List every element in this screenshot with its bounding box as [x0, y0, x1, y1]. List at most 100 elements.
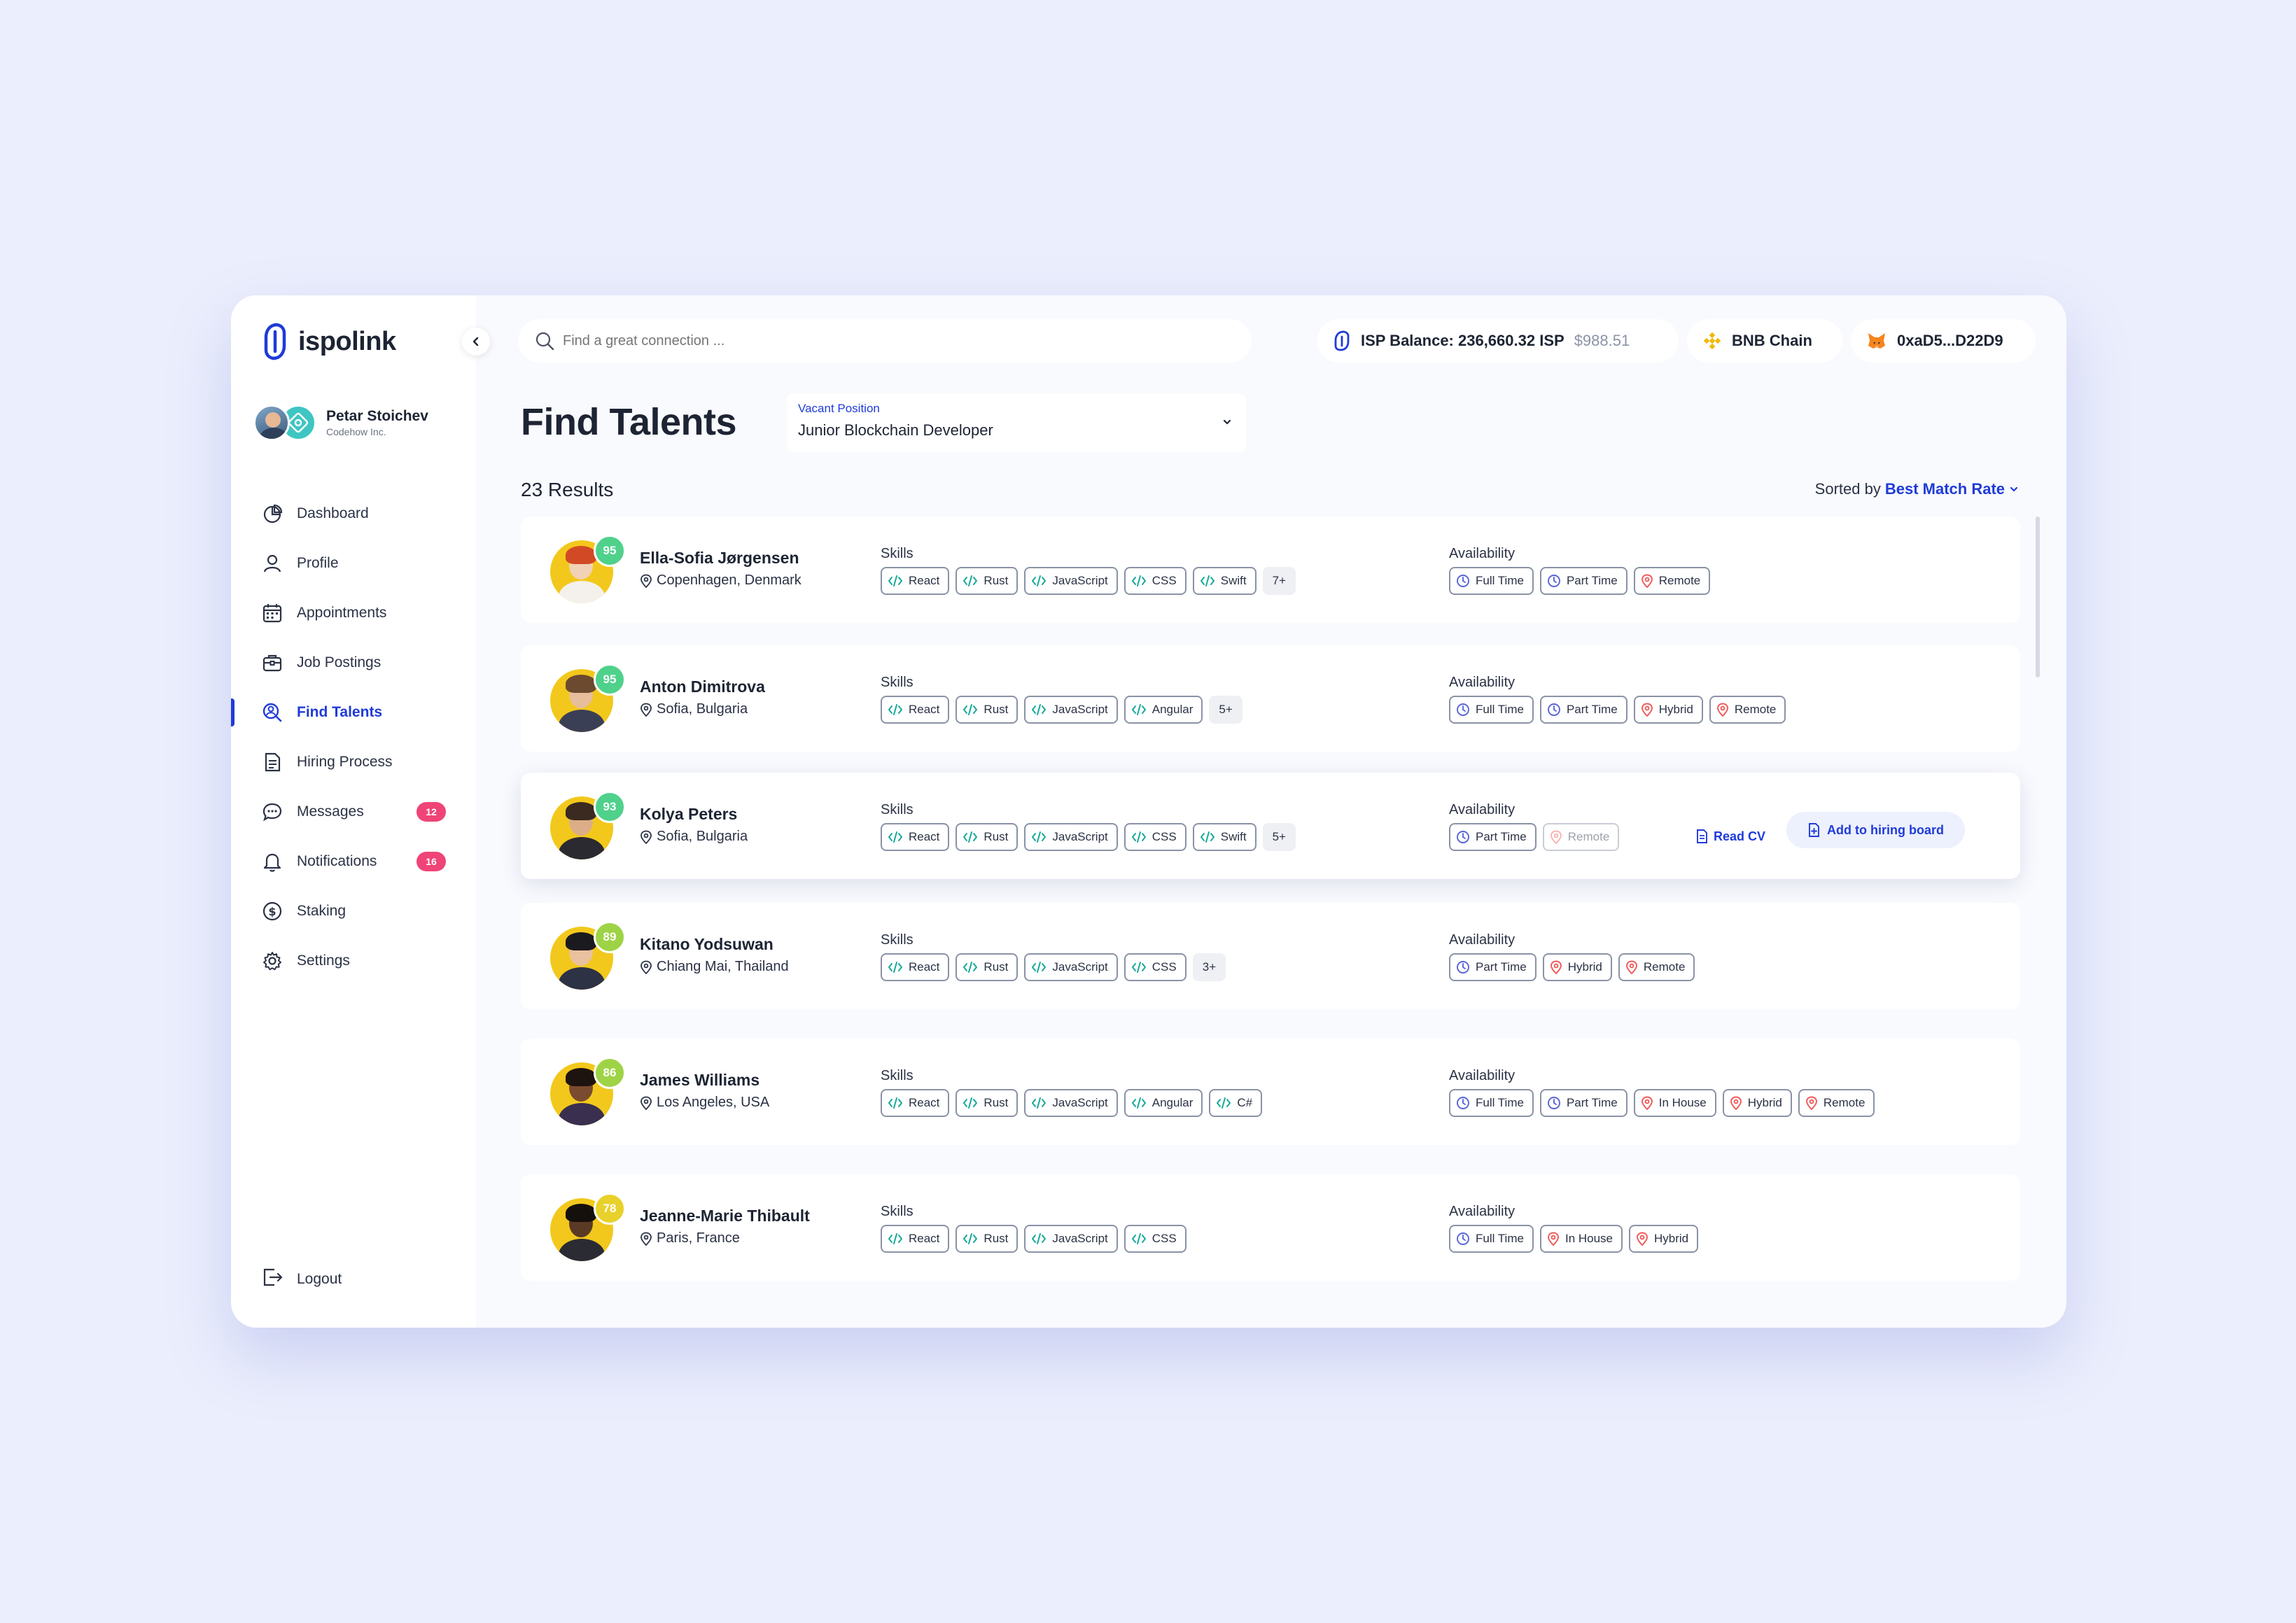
skill-tag[interactable]: JavaScript — [1024, 567, 1118, 595]
skill-tag[interactable]: JavaScript — [1024, 953, 1118, 981]
talent-name[interactable]: Anton Dimitrova — [640, 677, 765, 696]
chevron-left-icon — [472, 337, 479, 346]
availability-tag[interactable]: Full Time — [1449, 567, 1534, 595]
availability-tag[interactable]: Full Time — [1449, 1089, 1534, 1117]
clock-icon — [1547, 1096, 1561, 1110]
availability-tag[interactable]: Hybrid — [1629, 1225, 1699, 1253]
network-selector[interactable]: BNB Chain — [1687, 319, 1842, 363]
skill-tag[interactable]: React — [881, 953, 950, 981]
code-icon — [888, 831, 903, 843]
sidebar-item-notifications[interactable]: Notifications 16 — [231, 836, 476, 886]
sidebar-item-dashboard[interactable]: Dashboard — [231, 489, 476, 538]
availability-tag[interactable]: Remote — [1633, 567, 1711, 595]
isp-balance-pill[interactable]: ISP Balance: 236,660.32 ISP $988.51 — [1317, 319, 1679, 363]
skill-tag[interactable]: C# — [1209, 1089, 1263, 1117]
user-profile-chip[interactable]: Petar Stoichev Codehow Inc. — [253, 405, 428, 441]
availability-tags: Full Time Part Time Hybrid Remote — [1449, 696, 1786, 724]
skill-tag[interactable]: Rust — [955, 953, 1018, 981]
talent-name[interactable]: Ella-Sofia Jørgensen — [640, 549, 799, 568]
sidebar-item-find-talents[interactable]: Find Talents — [231, 687, 476, 737]
skill-tag-label: CSS — [1152, 960, 1177, 974]
availability-tag[interactable]: In House — [1633, 1089, 1716, 1117]
skill-tag[interactable]: JavaScript — [1024, 696, 1118, 724]
skill-tag[interactable]: Swift — [1192, 823, 1256, 851]
skill-tag[interactable]: Rust — [955, 1225, 1018, 1253]
availability-label: Availability — [1449, 932, 1516, 948]
talent-row[interactable]: 93 Kolya Peters Sofia, Bulgaria Skills R… — [521, 773, 2020, 879]
pie-chart-icon — [260, 502, 284, 526]
search-bar[interactable] — [518, 319, 1252, 363]
availability-tag[interactable]: Part Time — [1449, 823, 1536, 851]
read-cv-button[interactable]: Read CV — [1695, 820, 1765, 852]
talent-row[interactable]: 89 Kitano Yodsuwan Chiang Mai, Thailand … — [521, 903, 2020, 1009]
availability-tags: Part Time Hybrid Remote — [1449, 953, 1695, 981]
availability-tag[interactable]: Remote — [1798, 1089, 1875, 1117]
skill-tag[interactable]: CSS — [1124, 823, 1186, 851]
list-scrollbar[interactable] — [2036, 517, 2040, 677]
dollar-icon: $ — [260, 899, 284, 923]
sidebar-item-settings[interactable]: Settings — [231, 936, 476, 985]
availability-tag[interactable]: Part Time — [1539, 1089, 1628, 1117]
more-skills-chip[interactable]: 7+ — [1262, 567, 1296, 595]
skill-tag[interactable]: Rust — [955, 823, 1018, 851]
sidebar-item-staking[interactable]: $ Staking — [231, 886, 476, 936]
skill-tag[interactable]: Rust — [955, 567, 1018, 595]
add-to-hiring-board-button[interactable]: Add to hiring board — [1786, 812, 1965, 848]
skill-tag[interactable]: JavaScript — [1024, 1225, 1118, 1253]
sidebar-item-profile[interactable]: Profile — [231, 538, 476, 588]
availability-tag[interactable]: Part Time — [1539, 696, 1628, 724]
wallet-address-pill[interactable]: 0xaD5...D22D9 — [1851, 319, 2036, 363]
availability-tag[interactable]: Remote — [1542, 823, 1620, 851]
skill-tag[interactable]: Swift — [1192, 567, 1256, 595]
talent-row[interactable]: 86 James Williams Los Angeles, USA Skill… — [521, 1039, 2020, 1145]
talent-name[interactable]: Kolya Peters — [640, 805, 737, 824]
more-skills-chip[interactable]: 5+ — [1262, 823, 1296, 851]
skill-tag-label: CSS — [1152, 1232, 1177, 1245]
availability-tag[interactable]: Remote — [1709, 696, 1786, 724]
talent-name[interactable]: James Williams — [640, 1071, 760, 1090]
skill-tag[interactable]: JavaScript — [1024, 1089, 1118, 1117]
more-skills-chip[interactable]: 5+ — [1209, 696, 1242, 724]
availability-tag[interactable]: Part Time — [1539, 567, 1628, 595]
sidebar-item-appointments[interactable]: Appointments — [231, 588, 476, 638]
availability-tag[interactable]: In House — [1539, 1225, 1623, 1253]
availability-tag[interactable]: Full Time — [1449, 696, 1534, 724]
collapse-sidebar-button[interactable] — [462, 328, 490, 356]
talent-row[interactable]: 95 Anton Dimitrova Sofia, Bulgaria Skill… — [521, 645, 2020, 752]
availability-tag[interactable]: Hybrid — [1542, 953, 1612, 981]
skill-tag[interactable]: React — [881, 823, 950, 851]
more-skills-chip[interactable]: 3+ — [1192, 953, 1226, 981]
logout-button[interactable]: Logout — [260, 1265, 342, 1293]
app-logo[interactable]: ispolink — [260, 322, 396, 361]
sidebar-item-messages[interactable]: Messages 12 — [231, 787, 476, 836]
skill-tag[interactable]: Rust — [955, 1089, 1018, 1117]
skill-tag[interactable]: React — [881, 1089, 950, 1117]
sidebar-item-hiring-process[interactable]: Hiring Process — [231, 737, 476, 787]
talent-row[interactable]: 78 Jeanne-Marie Thibault Paris, France S… — [521, 1174, 2020, 1281]
vacant-position-select[interactable]: Vacant Position Junior Blockchain Develo… — [787, 393, 1246, 452]
availability-tag[interactable]: Full Time — [1449, 1225, 1534, 1253]
skill-tag[interactable]: React — [881, 1225, 950, 1253]
availability-tag[interactable]: Part Time — [1449, 953, 1536, 981]
search-input[interactable] — [563, 332, 1193, 349]
sidebar-item-job-postings[interactable]: Job Postings — [231, 638, 476, 687]
talent-name[interactable]: Jeanne-Marie Thibault — [640, 1207, 810, 1225]
skill-tag[interactable]: React — [881, 567, 950, 595]
location-pin-icon — [640, 1232, 652, 1246]
talent-name[interactable]: Kitano Yodsuwan — [640, 935, 774, 954]
availability-tag[interactable]: Remote — [1618, 953, 1695, 981]
skill-tag[interactable]: CSS — [1124, 953, 1186, 981]
skill-tag[interactable]: Rust — [955, 696, 1018, 724]
skill-tag[interactable]: JavaScript — [1024, 823, 1118, 851]
availability-tag[interactable]: Hybrid — [1633, 696, 1703, 724]
skill-tag[interactable]: Angular — [1124, 696, 1203, 724]
talent-row[interactable]: 95 Ella-Sofia Jørgensen Copenhagen, Denm… — [521, 517, 2020, 623]
skill-tag[interactable]: Angular — [1124, 1089, 1203, 1117]
sort-control[interactable]: Sorted by Best Match Rate — [1815, 480, 2019, 498]
skill-tag[interactable]: CSS — [1124, 567, 1186, 595]
availability-tag[interactable]: Hybrid — [1722, 1089, 1792, 1117]
skill-tag[interactable]: CSS — [1124, 1225, 1186, 1253]
skill-tag[interactable]: React — [881, 696, 950, 724]
availability-tag-label: Remote — [1643, 960, 1686, 974]
code-icon — [1031, 961, 1046, 974]
